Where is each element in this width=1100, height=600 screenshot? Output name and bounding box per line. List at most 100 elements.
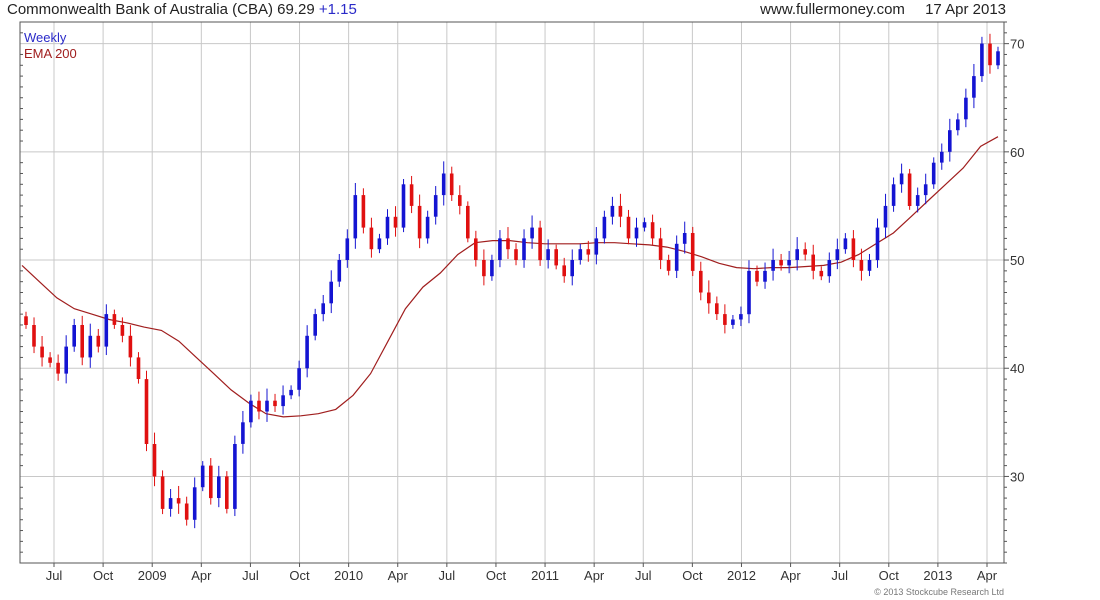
candle-body	[80, 325, 84, 358]
x-tick-label: 2011	[531, 568, 559, 583]
candle-body	[747, 270, 751, 315]
candle-body	[24, 316, 28, 325]
candle-body	[385, 216, 390, 239]
candle-body	[449, 173, 454, 196]
candle-body	[803, 249, 807, 255]
candle-body	[586, 249, 591, 255]
candle-body	[425, 216, 430, 239]
y-tick-label: 70	[1010, 37, 1024, 52]
candle-body	[514, 249, 518, 260]
candle-body	[377, 238, 382, 250]
x-tick-label: Apr	[584, 568, 605, 583]
candle-body	[337, 260, 342, 282]
candle-body	[827, 260, 832, 277]
candle-body	[570, 260, 574, 277]
y-tick-label: 30	[1010, 469, 1024, 484]
candle-body	[88, 335, 93, 358]
candle-body	[723, 314, 727, 325]
candle-body	[168, 498, 173, 509]
candle-body	[72, 325, 76, 347]
candle-body	[835, 249, 840, 260]
candle-body	[281, 395, 285, 407]
x-tick-label: Jul	[831, 568, 848, 583]
candle-body	[779, 260, 783, 266]
candle-body	[907, 173, 912, 206]
x-tick-label: Jul	[635, 568, 652, 583]
candle-body	[988, 43, 992, 66]
candle-body	[658, 238, 663, 260]
candle-body	[731, 319, 735, 325]
candle-body	[353, 195, 358, 239]
candle-body	[594, 238, 599, 255]
y-tick-label: 50	[1010, 253, 1024, 268]
candle-body	[361, 195, 366, 228]
candle-body	[345, 238, 350, 260]
candle-body	[682, 233, 687, 244]
candle-body	[530, 227, 534, 239]
candle-body	[233, 444, 237, 509]
candle-body	[225, 476, 229, 509]
candle-body	[506, 238, 510, 250]
candle-body	[64, 346, 68, 374]
candle-body	[200, 465, 205, 488]
candle-body	[257, 400, 261, 412]
candle-body	[707, 292, 711, 304]
candle-body	[931, 162, 936, 185]
candle-body	[184, 503, 189, 520]
candle-body	[618, 205, 623, 217]
candle-body	[176, 498, 181, 504]
candle-body	[859, 260, 864, 271]
x-tick-label: Apr	[388, 568, 409, 583]
x-tick-label: Oct	[486, 568, 507, 583]
candle-body	[554, 249, 558, 266]
candle-body	[96, 335, 101, 347]
candle-body	[209, 465, 213, 499]
candle-body	[666, 260, 671, 271]
candle-body	[522, 238, 526, 260]
candle-body	[217, 476, 221, 498]
candle-body	[996, 51, 1000, 66]
candle-body	[112, 314, 117, 325]
candle-body	[867, 260, 872, 271]
candle-body	[482, 260, 486, 277]
candle-body	[715, 303, 719, 315]
x-tick-label: Jul	[439, 568, 456, 583]
candle-body	[562, 265, 566, 277]
x-tick-label: Jul	[46, 568, 63, 583]
x-tick-label: 2009	[138, 568, 167, 583]
candle-body	[490, 260, 494, 277]
candle-body	[104, 314, 109, 347]
candle-body	[891, 184, 896, 206]
candle-body	[474, 238, 478, 260]
candle-body	[40, 346, 44, 358]
legend-ema: EMA 200	[24, 46, 77, 61]
candle-body	[160, 476, 165, 509]
candle-body	[417, 205, 422, 239]
candle-body	[265, 400, 269, 412]
candle-body	[610, 205, 615, 217]
y-tick-label: 40	[1010, 361, 1024, 376]
ema-200-line	[21, 136, 999, 418]
candle-body	[538, 227, 542, 261]
x-tick-label: Oct	[93, 568, 114, 583]
candle-body	[650, 222, 655, 239]
candle-body	[578, 249, 583, 260]
x-tick-label: Oct	[879, 568, 900, 583]
y-tick-label: 60	[1010, 145, 1024, 160]
candle-body	[321, 303, 325, 315]
candle-body	[956, 119, 960, 131]
candle-body	[674, 243, 679, 271]
candle-body	[152, 444, 157, 477]
x-tick-label: Apr	[977, 568, 998, 583]
candle-body	[972, 76, 976, 98]
candle-body	[948, 130, 952, 152]
candle-body	[128, 335, 133, 358]
candle-body	[980, 43, 984, 77]
candle-body	[883, 205, 888, 228]
candle-body	[441, 173, 446, 196]
candle-body	[289, 389, 293, 396]
candle-body	[305, 335, 309, 369]
candle-body	[915, 195, 920, 206]
candle-body	[642, 222, 647, 228]
candle-body	[755, 270, 759, 282]
